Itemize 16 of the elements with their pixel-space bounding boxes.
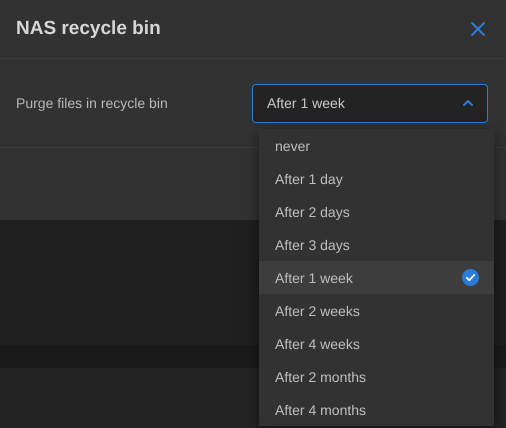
setting-label: Purge files in recycle bin: [16, 95, 168, 111]
menu-option[interactable]: After 4 months: [259, 393, 494, 426]
menu-option[interactable]: After 1 day: [259, 162, 494, 195]
menu-option[interactable]: After 3 days: [259, 228, 494, 261]
chevron-icon: [463, 100, 473, 106]
check-icon: [462, 269, 479, 286]
menu-option[interactable]: After 2 months: [259, 360, 494, 393]
menu-option[interactable]: After 2 weeks: [259, 294, 494, 327]
dialog-title: NAS recycle bin: [16, 18, 161, 40]
menu-option[interactable]: never: [259, 129, 494, 162]
menu-option[interactable]: After 2 days: [259, 195, 494, 228]
close-icon: [471, 22, 485, 36]
close-button[interactable]: [468, 19, 488, 39]
menu-option[interactable]: After 4 weeks: [259, 327, 494, 360]
menu-option[interactable]: After 1 week: [259, 261, 494, 294]
select-field[interactable]: After 1 week: [252, 84, 488, 122]
